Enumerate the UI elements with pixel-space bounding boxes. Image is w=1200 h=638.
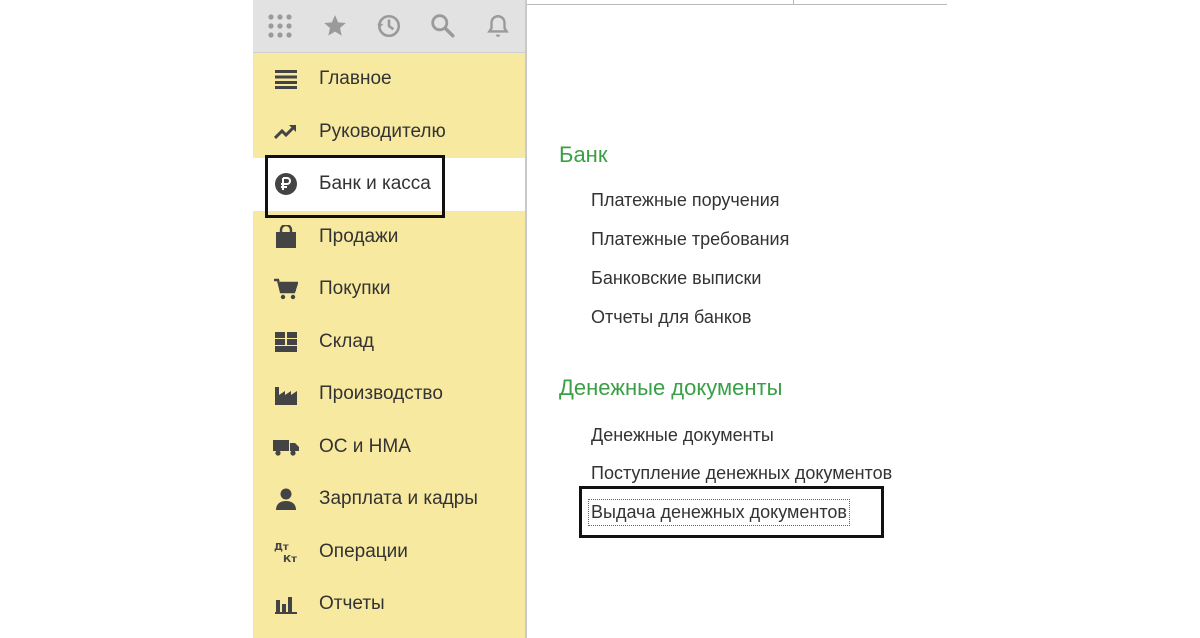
sidebar-item-label: Главное: [319, 68, 392, 90]
sidebar-item-production[interactable]: Производство: [253, 368, 525, 421]
sidebar-item-main[interactable]: Главное: [253, 53, 525, 106]
sidebar-item-manager[interactable]: Руководителю: [253, 106, 525, 159]
section-title-bank: Банк: [559, 142, 608, 167]
link-money-documents-receipt[interactable]: Поступление денежных документов: [591, 463, 892, 484]
bar-chart-icon: [273, 591, 299, 617]
svg-text:Дт: Дт: [274, 542, 289, 553]
section-title-money-documents: Денежные документы: [559, 375, 783, 400]
sidebar-item-purchases[interactable]: Покупки: [253, 263, 525, 316]
sidebar-item-label: Операции: [319, 540, 408, 562]
sidebar-item-bank-and-cash[interactable]: Банк и касса: [253, 158, 525, 211]
content-top-border: [527, 4, 947, 5]
sidebar-item-operations[interactable]: Дт Кт Операции: [253, 526, 525, 579]
sidebar-item-label: Склад: [319, 330, 374, 352]
sidebar-item-label: Банк и касса: [319, 173, 431, 195]
ruble-coin-icon: [273, 171, 299, 197]
history-icon[interactable]: [362, 0, 416, 52]
favorites-star-icon[interactable]: [307, 0, 361, 52]
shopping-bag-icon: [273, 224, 299, 250]
sections-sidebar: Главное Руководителю Банк и касса Продаж…: [253, 53, 525, 638]
apps-grid-icon[interactable]: [253, 0, 307, 52]
link-bank-reports[interactable]: Отчеты для банков: [591, 307, 751, 328]
factory-icon: [273, 381, 299, 407]
notifications-bell-icon[interactable]: [471, 0, 525, 52]
truck-icon: [273, 434, 299, 460]
sidebar-item-label: Продажи: [319, 225, 399, 247]
top-toolbar: [253, 0, 525, 53]
warehouse-grid-icon: [273, 329, 299, 355]
trend-up-icon: [273, 119, 299, 145]
search-icon[interactable]: [416, 0, 470, 52]
sidebar-item-label: Отчеты: [319, 593, 385, 615]
sidebar-item-warehouse[interactable]: Склад: [253, 316, 525, 369]
menu-lines-icon: [273, 66, 299, 92]
sidebar-item-label: Зарплата и кадры: [319, 488, 478, 510]
sidebar-item-label: Руководителю: [319, 120, 446, 142]
link-bank-statements[interactable]: Банковские выписки: [591, 268, 761, 289]
sidebar-item-label: ОС и НМА: [319, 435, 411, 457]
sidebar-item-salary-hr[interactable]: Зарплата и кадры: [253, 473, 525, 526]
sidebar-item-sales[interactable]: Продажи: [253, 211, 525, 264]
link-payment-requests[interactable]: Платежные требования: [591, 229, 789, 250]
sidebar-item-label: Покупки: [319, 278, 391, 300]
link-payment-orders[interactable]: Платежные поручения: [591, 190, 780, 211]
sidebar-item-fixed-assets[interactable]: ОС и НМА: [253, 421, 525, 474]
sidebar-item-reports[interactable]: Отчеты: [253, 578, 525, 631]
content-top-tick: [793, 0, 794, 5]
debit-credit-icon: Дт Кт: [273, 539, 299, 565]
svg-text:Кт: Кт: [283, 554, 297, 564]
sidebar-divider: [525, 0, 527, 638]
sidebar-item-label: Производство: [319, 383, 443, 405]
person-icon: [273, 486, 299, 512]
cart-icon: [273, 276, 299, 302]
link-money-documents[interactable]: Денежные документы: [591, 425, 774, 446]
link-money-documents-issue[interactable]: Выдача денежных документов: [588, 499, 850, 526]
